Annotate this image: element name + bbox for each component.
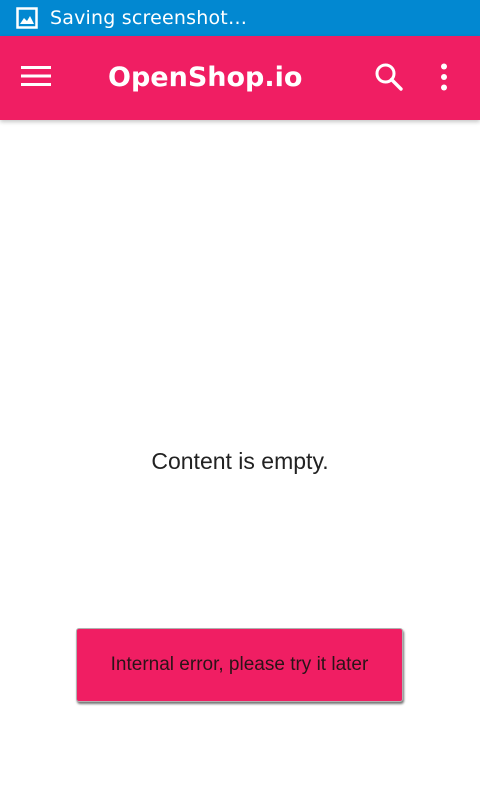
search-button[interactable] (366, 56, 412, 102)
app-bar: OpenShop.io (0, 36, 480, 120)
status-bar: Saving screenshot… (0, 0, 480, 36)
error-toast-message: Internal error, please try it later (110, 654, 369, 675)
menu-button[interactable] (14, 56, 58, 100)
more-vert-icon (440, 63, 448, 95)
app-screen: Saving screenshot… OpenShop.io Content i… (0, 0, 480, 800)
overflow-menu-button[interactable] (424, 56, 464, 102)
image-icon (16, 7, 38, 29)
status-notification-text: Saving screenshot… (50, 7, 248, 29)
error-toast: Internal error, please try it later (76, 628, 403, 702)
empty-content-message: Content is empty. (151, 448, 329, 474)
search-icon (374, 62, 404, 96)
hamburger-menu-icon (21, 65, 51, 91)
app-title: OpenShop.io (108, 62, 303, 93)
